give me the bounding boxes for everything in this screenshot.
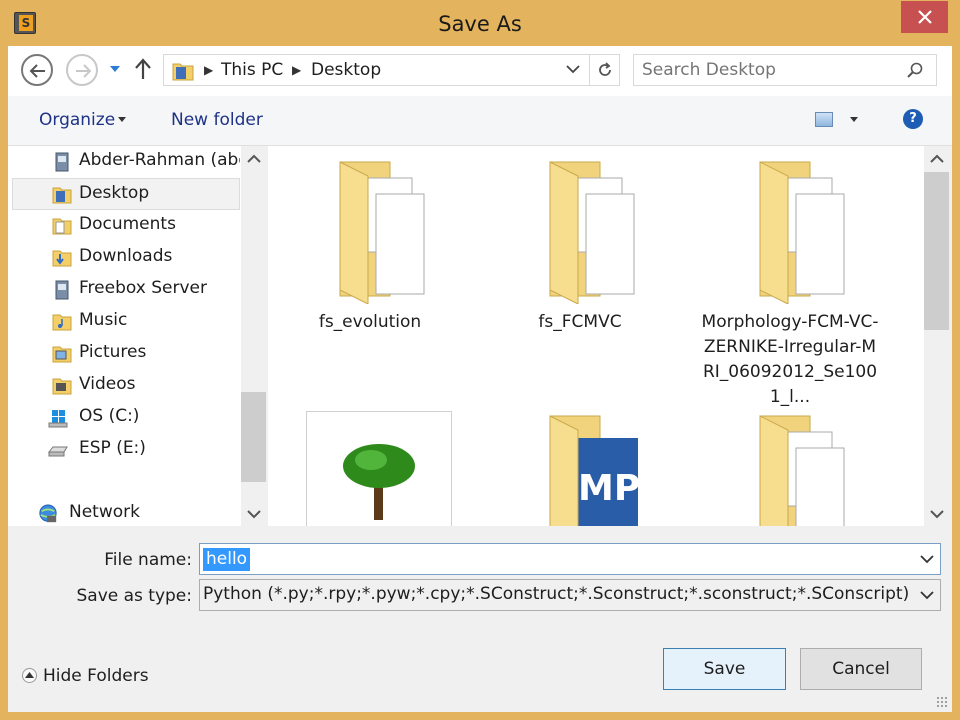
downloads-folder-icon <box>52 250 72 267</box>
music-folder-icon <box>52 314 72 331</box>
recent-locations-dropdown[interactable] <box>110 66 120 73</box>
save-as-dialog: S Save As ▶ This PC ▶ Desktop Search Des… <box>0 0 960 720</box>
search-box[interactable] <box>633 54 937 86</box>
tree-item-network[interactable]: Network <box>8 498 240 526</box>
window-title: Save As <box>438 12 522 36</box>
search-input[interactable] <box>642 59 902 81</box>
close-icon <box>918 10 932 24</box>
file-pane-scrollbar[interactable] <box>924 146 949 526</box>
server-icon <box>55 280 69 300</box>
breadcrumb-this-pc[interactable]: This PC <box>221 60 283 80</box>
desktop-folder-icon <box>52 187 72 204</box>
file-name-field[interactable]: hello <box>199 543 941 575</box>
folder-icon <box>759 161 845 305</box>
arrow-right-icon <box>76 64 92 78</box>
up-folder-button[interactable] <box>134 58 152 80</box>
folder-tile-fs-evolution[interactable]: fs_evolution <box>280 154 460 332</box>
arrow-left-icon <box>29 64 45 78</box>
change-view-icon[interactable] <box>815 112 833 127</box>
chevron-down-icon[interactable] <box>920 591 934 600</box>
image-file-tile[interactable] <box>306 411 452 526</box>
chevron-down-icon[interactable] <box>566 65 580 74</box>
file-list-pane[interactable]: fs_evolution fs_FCMVC Morphology-FCM-VC-… <box>268 146 924 526</box>
save-as-type-label: Save as type: <box>76 586 192 606</box>
search-icon[interactable] <box>906 61 924 79</box>
tree-image-icon <box>343 444 415 520</box>
file-pane-scroll-thumb[interactable] <box>924 172 949 330</box>
file-name-label: File name: <box>104 550 192 570</box>
resize-grip[interactable] <box>936 696 948 708</box>
documents-folder-icon <box>52 218 72 235</box>
new-folder-button[interactable]: New folder <box>171 110 263 130</box>
desktop-folder-icon <box>172 63 194 81</box>
save-as-type-value: Python (*.py;*.rpy;*.pyw;*.cpy;*.SConstr… <box>203 584 910 604</box>
folder-tile-fs-fcmvc[interactable]: fs_FCMVC <box>490 154 670 332</box>
folder-icon <box>549 161 635 305</box>
tree-item-videos[interactable]: Videos <box>8 370 240 402</box>
caret-down-icon[interactable] <box>118 117 126 122</box>
tree-item-freebox-server[interactable]: Freebox Server <box>8 274 240 306</box>
command-toolbar: Organize New folder ? <box>8 96 952 146</box>
file-name-input[interactable]: hello <box>203 548 251 571</box>
windows-drive-icon <box>48 410 68 428</box>
chevron-up-icon[interactable] <box>930 154 944 163</box>
navigation-pane-scrollbar[interactable] <box>241 146 266 526</box>
save-as-type-select[interactable]: Python (*.py;*.rpy;*.pyw;*.cpy;*.SConstr… <box>199 579 941 611</box>
folder-tile-mp[interactable]: MP <box>490 408 670 526</box>
chevron-down-icon[interactable] <box>920 555 934 564</box>
pictures-folder-icon <box>52 346 72 363</box>
folder-tile-morphology[interactable]: Morphology-FCM-VC-ZERNIKE-Irregular-MRI_… <box>700 154 880 407</box>
navigation-bar: ▶ This PC ▶ Desktop <box>8 46 952 96</box>
tree-item-pictures[interactable]: Pictures <box>8 338 240 370</box>
close-button[interactable] <box>901 1 948 33</box>
collapse-icon <box>22 668 37 683</box>
chevron-up-icon[interactable] <box>247 154 261 163</box>
help-icon[interactable]: ? <box>903 109 923 129</box>
svg-text:MP: MP <box>578 468 640 509</box>
tree-item-user[interactable]: Abder-Rahman (abd <box>8 146 240 178</box>
navigation-pane[interactable]: Abder-Rahman (abd Desktop Documents Down… <box>8 146 266 526</box>
network-icon <box>39 504 57 523</box>
folder-icon <box>759 415 845 526</box>
chevron-down-icon[interactable] <box>247 510 261 519</box>
mp-folder-icon: MP <box>549 415 640 526</box>
videos-folder-icon <box>52 378 72 395</box>
title-bar[interactable]: S Save As <box>0 0 960 46</box>
navigation-pane-scroll-thumb[interactable] <box>241 392 266 482</box>
folder-tile-unnamed[interactable] <box>700 408 880 526</box>
tree-item-downloads[interactable]: Downloads <box>8 242 240 274</box>
folder-icon <box>339 161 425 305</box>
back-button[interactable] <box>21 54 53 86</box>
forward-button[interactable] <box>66 54 98 86</box>
refresh-icon <box>599 62 611 76</box>
user-folder-icon <box>55 152 69 172</box>
save-button[interactable]: Save <box>663 648 786 690</box>
refresh-button[interactable] <box>590 54 620 86</box>
tree-item-os-c[interactable]: OS (C:) <box>8 402 240 434</box>
address-bar[interactable]: ▶ This PC ▶ Desktop <box>163 54 590 86</box>
cancel-button[interactable]: Cancel <box>800 648 922 690</box>
dialog-client: ▶ This PC ▶ Desktop Search Desktop Organ… <box>8 46 952 712</box>
tree-item-desktop[interactable]: Desktop <box>12 178 240 210</box>
breadcrumb-separator[interactable]: ▶ <box>204 63 213 77</box>
organize-menu[interactable]: Organize <box>39 110 115 130</box>
tree-item-documents[interactable]: Documents <box>8 210 240 242</box>
drive-icon <box>48 446 68 457</box>
breadcrumb-desktop[interactable]: Desktop <box>311 60 381 80</box>
view-options-dropdown[interactable] <box>850 117 858 122</box>
tree-item-esp-e[interactable]: ESP (E:) <box>8 434 240 466</box>
chevron-down-icon[interactable] <box>930 510 944 519</box>
breadcrumb-separator[interactable]: ▶ <box>292 63 301 77</box>
tree-item-music[interactable]: Music <box>8 306 240 338</box>
